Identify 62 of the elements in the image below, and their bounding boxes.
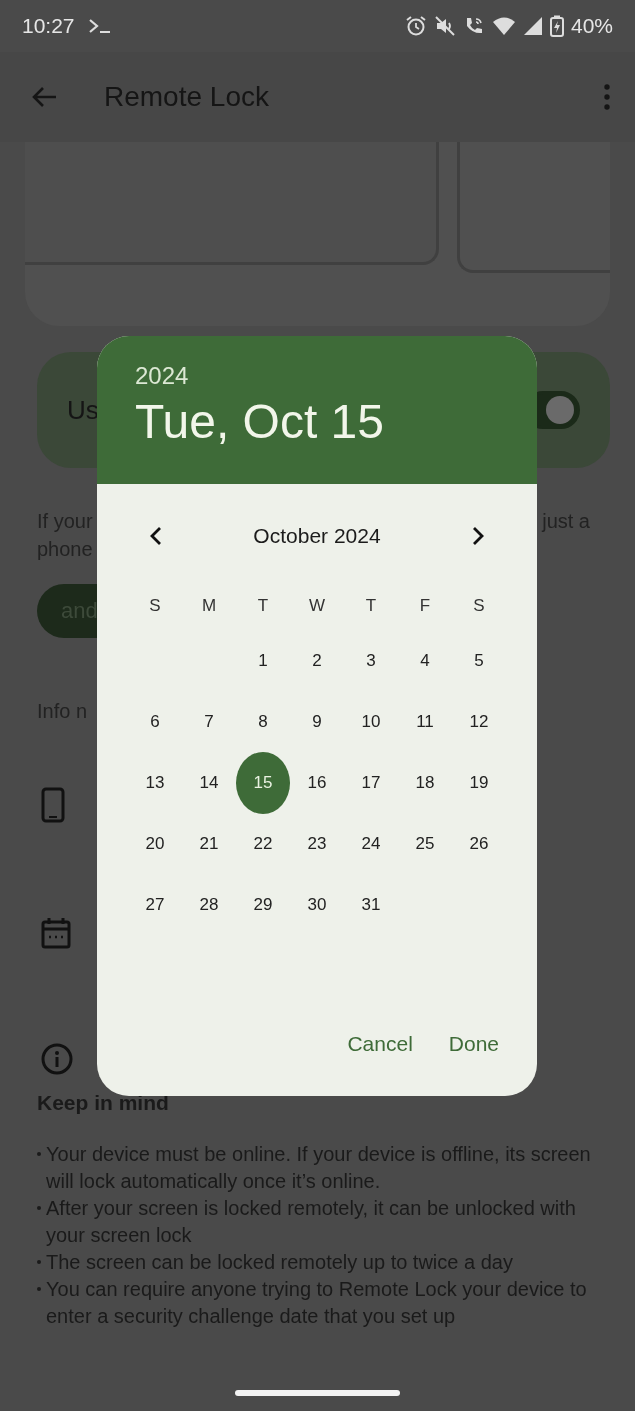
wifi-icon [491,16,516,36]
day-cell[interactable]: 26 [461,833,497,854]
weekday-label: T [365,596,377,616]
battery-charging-icon [549,15,564,37]
mute-icon [433,15,456,37]
weekday-label: S [473,596,485,616]
day-cell[interactable]: 22 [245,833,281,854]
bullet-icon [37,1206,41,1210]
bullet-icon [37,1260,41,1264]
dialog-action-button[interactable]: Cancel [333,1022,427,1066]
back-arrow-icon[interactable] [30,85,58,109]
weekday-label: M [201,596,217,616]
day-cell[interactable]: 9 [299,711,335,732]
weekday-label: T [257,596,269,616]
weekday-label: F [419,596,431,616]
day-cell[interactable]: 17 [353,772,389,793]
chevron-left-icon[interactable] [149,526,163,546]
day-cell[interactable]: 12 [461,711,497,732]
day-cell[interactable]: 11 [407,711,443,732]
weekday-label: S [149,596,161,616]
day-cell[interactable]: 5 [461,650,497,671]
status-time: 10:27 [22,14,75,38]
chevron-right-icon[interactable] [471,526,485,546]
day-cell[interactable]: 27 [137,894,173,915]
info-icon [41,1043,73,1075]
alarm-icon [404,15,427,37]
day-cell[interactable]: 20 [137,833,173,854]
signal-icon [522,16,543,36]
day-cell[interactable]: 23 [299,833,335,854]
selected-date-text: Tue, Oct 15 [135,394,385,449]
day-cell[interactable]: 4 [407,650,443,671]
dialog-action-button[interactable]: Done [434,1022,513,1066]
day-cell[interactable]: 19 [461,772,497,793]
day-cell[interactable]: 7 [191,711,227,732]
calendar-icon [41,917,71,949]
weekday-label: W [308,596,325,616]
day-cell[interactable]: 8 [245,711,281,732]
day-cell[interactable]: 25 [407,833,443,854]
day-cell[interactable]: 10 [353,711,389,732]
terminal-icon [87,18,112,34]
day-cell[interactable]: 13 [137,772,173,793]
bullet-icon [37,1287,41,1291]
day-cell[interactable]: 2 [299,650,335,671]
bullet-icon [37,1152,41,1156]
day-cell[interactable]: 31 [353,894,389,915]
day-cell[interactable]: 18 [407,772,443,793]
day-cell[interactable]: 1 [245,650,281,671]
month-label: October 2024 [253,524,381,548]
day-cell[interactable]: 15 [236,751,290,814]
day-cell[interactable]: 16 [299,772,335,793]
day-cell[interactable]: 24 [353,833,389,854]
day-cell[interactable]: 30 [299,894,335,915]
year-text: 2024 [135,362,190,390]
phone-icon [41,787,65,823]
more-menu-icon[interactable] [603,84,611,110]
day-cell[interactable]: 6 [137,711,173,732]
day-cell[interactable]: 28 [191,894,227,915]
day-cell[interactable]: 29 [245,894,281,915]
day-cell[interactable]: 21 [191,833,227,854]
battery-percent: 40% [570,14,613,38]
day-cell[interactable]: 3 [353,650,389,671]
day-cell[interactable]: 14 [191,772,227,793]
